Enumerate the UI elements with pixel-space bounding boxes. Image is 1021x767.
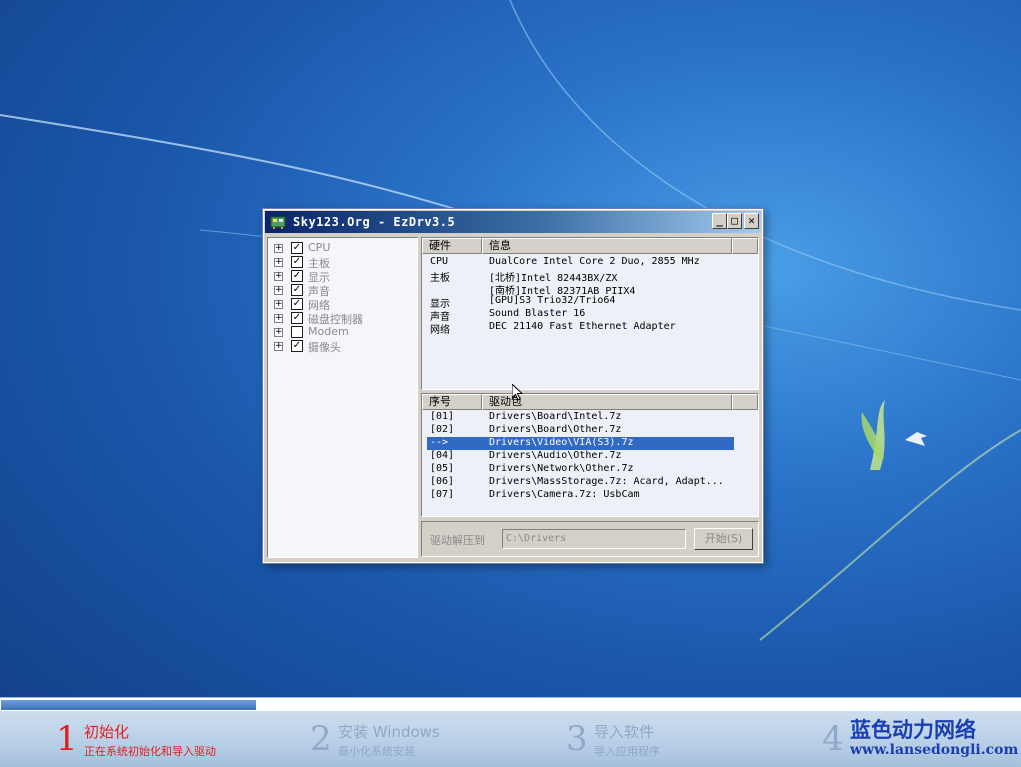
hardware-list-header: 硬件 信息 xyxy=(422,238,758,254)
window-title: Sky123.Org - EzDrv3.5 xyxy=(293,215,456,229)
brand-url[interactable]: www.lansedongli.com xyxy=(850,742,1018,758)
step-title: 导入软件 xyxy=(594,723,655,741)
start-button[interactable]: 开始(S) xyxy=(694,528,753,550)
driver-index: --> xyxy=(430,437,449,448)
extract-label: 驱动解压到 xyxy=(430,534,485,547)
list-item[interactable]: 网络 DEC 21140 Fast Ethernet Adapter xyxy=(422,321,758,336)
checkbox[interactable] xyxy=(291,326,303,338)
list-item[interactable]: [02] Drivers\Board\Other.7z xyxy=(422,424,758,437)
progress-fill xyxy=(1,700,256,710)
title-bar[interactable]: Sky123.Org - EzDrv3.5 _ □ ✕ xyxy=(265,211,761,233)
step-number: 3 xyxy=(566,719,588,759)
driver-index: [05] xyxy=(430,463,455,474)
hardware-name: CPU xyxy=(430,256,449,267)
list-item[interactable]: [01] Drivers\Board\Intel.7z xyxy=(422,411,758,424)
checkbox[interactable]: ✓ xyxy=(291,284,303,296)
tree-item-label: 摄像头 xyxy=(308,341,341,354)
tree-item-label: Modem xyxy=(308,325,349,338)
setup-step-3: 3 导入软件 导入应用程序 xyxy=(566,715,796,765)
list-item[interactable]: CPU DualCore Intel Core 2 Duo, 2855 MHz xyxy=(422,256,758,269)
checkbox[interactable]: ✓ xyxy=(291,312,303,324)
setup-step-2: 2 安装 Windows 最小化系统安装 xyxy=(310,715,540,765)
hardware-info: Sound Blaster 16 xyxy=(489,308,586,319)
step-number: 4 xyxy=(822,719,844,759)
list-item[interactable]: [南桥]Intel 82371AB PIIX4 xyxy=(422,282,758,297)
setup-step-1: 1 初始化 正在系统初始化和导入驱动 xyxy=(56,715,286,765)
driver-index: [07] xyxy=(430,489,455,500)
list-item[interactable]: 显示 [GPU]S3 Trio32/Trio64 xyxy=(422,295,758,310)
column-header-info[interactable]: 信息 xyxy=(482,238,732,254)
expand-icon[interactable]: + xyxy=(274,244,283,253)
driver-index: [04] xyxy=(430,450,455,461)
driver-list-header: 序号 驱动包 xyxy=(422,394,758,410)
driver-path: Drivers\Video\VIA(S3).7z xyxy=(489,437,634,448)
expand-icon[interactable]: + xyxy=(274,328,283,337)
checkbox[interactable]: ✓ xyxy=(291,256,303,268)
expand-icon[interactable]: + xyxy=(274,300,283,309)
expand-icon[interactable]: + xyxy=(274,272,283,281)
list-item[interactable]: [06] Drivers\MassStorage.7z: Acard, Adapt… xyxy=(422,476,758,489)
minimize-button[interactable]: _ xyxy=(712,213,727,229)
driver-list: 序号 驱动包 [01] Drivers\Board\Intel.7z [02] Dr… xyxy=(421,393,759,517)
column-header-hardware[interactable]: 硬件 xyxy=(422,238,482,254)
list-item[interactable]: 声音 Sound Blaster 16 xyxy=(422,308,758,323)
progress-track xyxy=(0,697,1021,711)
list-item[interactable]: [04] Drivers\Audio\Other.7z xyxy=(422,450,758,463)
step-subtitle: 最小化系统安装 xyxy=(338,745,415,758)
list-item-selected[interactable]: --> Drivers\Video\VIA(S3).7z xyxy=(422,437,758,450)
hardware-info: [GPU]S3 Trio32/Trio64 xyxy=(489,295,616,306)
driver-index: [01] xyxy=(430,411,455,422)
driver-path: Drivers\Board\Other.7z xyxy=(489,424,622,435)
maximize-button[interactable]: □ xyxy=(727,213,742,229)
expand-icon[interactable]: + xyxy=(274,286,283,295)
checkbox[interactable]: ✓ xyxy=(291,298,303,310)
extract-group: 驱动解压到 C:\Drivers 开始(S) xyxy=(421,521,759,557)
checkbox[interactable]: ✓ xyxy=(291,242,303,254)
list-item[interactable]: 主板 [北桥]Intel 82443BX/ZX xyxy=(422,269,758,284)
step-subtitle: 正在系统初始化和导入驱动 xyxy=(84,745,216,758)
expand-icon[interactable]: + xyxy=(274,342,283,351)
hardware-info: DEC 21140 Fast Ethernet Adapter xyxy=(489,321,676,332)
step-subtitle: 导入应用程序 xyxy=(594,745,660,758)
brand-logo-text: 蓝色动力网络 xyxy=(850,718,976,742)
driver-path: Drivers\Camera.7z: UsbCam xyxy=(489,489,640,500)
driver-index: [06] xyxy=(430,476,455,487)
step-title: 初始化 xyxy=(84,723,130,741)
step-number: 1 xyxy=(56,719,78,759)
driver-path: Drivers\Audio\Other.7z xyxy=(489,450,622,461)
column-header-spacer xyxy=(732,394,758,410)
list-item[interactable]: [05] Drivers\Network\Other.7z xyxy=(422,463,758,476)
column-header-index[interactable]: 序号 xyxy=(422,394,482,410)
driver-path: Drivers\MassStorage.7z: Acard, Adapt... xyxy=(489,476,724,487)
driver-path: Drivers\Network\Other.7z xyxy=(489,463,634,474)
list-item[interactable]: [07] Drivers\Camera.7z: UsbCam xyxy=(422,489,758,502)
mouse-cursor-icon xyxy=(512,384,524,401)
extract-path-input[interactable]: C:\Drivers xyxy=(502,529,686,549)
hardware-list: 硬件 信息 CPU DualCore Intel Core 2 Duo, 2855… xyxy=(421,237,759,390)
app-icon xyxy=(270,216,286,229)
checkbox[interactable]: ✓ xyxy=(291,340,303,352)
expand-icon[interactable]: + xyxy=(274,258,283,267)
driver-path: Drivers\Board\Intel.7z xyxy=(489,411,622,422)
expand-icon[interactable]: + xyxy=(274,314,283,323)
hardware-info: DualCore Intel Core 2 Duo, 2855 MHz xyxy=(489,256,700,267)
tree-item-label: CPU xyxy=(308,241,331,254)
driver-index: [02] xyxy=(430,424,455,435)
setup-step-4: 4 xyxy=(822,715,852,765)
hardware-name: 网络 xyxy=(430,325,450,336)
column-header-spacer xyxy=(732,238,758,254)
device-tree: + ✓ CPU + ✓ 主板 + ✓ 显示 + ✓ 声音 + ✓ 网络 + ✓ … xyxy=(267,237,418,558)
step-number: 2 xyxy=(310,719,332,759)
close-button[interactable]: ✕ xyxy=(744,213,759,229)
step-title: 安装 Windows xyxy=(338,723,440,741)
checkbox[interactable]: ✓ xyxy=(291,270,303,282)
